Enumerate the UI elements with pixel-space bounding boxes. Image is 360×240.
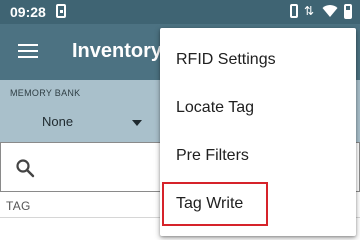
data-icon: ⇅ [304, 4, 315, 18]
memory-bank-label: MEMORY BANK [10, 88, 81, 98]
battery-icon [344, 3, 352, 19]
status-icons: ⇅ [288, 3, 352, 19]
status-time: 09:28 [10, 4, 46, 20]
dropdown-arrow-icon [132, 120, 142, 126]
search-icon [16, 159, 35, 178]
menu-item-pre-filters[interactable]: Pre Filters [160, 132, 356, 180]
page-title: Inventory [72, 40, 163, 62]
hamburger-menu-icon[interactable] [18, 44, 38, 58]
tag-column-header: TAG [6, 199, 31, 213]
vibrate-icon [290, 4, 298, 18]
menu-item-label: Locate Tag [176, 99, 254, 116]
menu-item-locate-tag[interactable]: Locate Tag [160, 84, 356, 132]
status-bar: 09:28 ⇅ [0, 0, 360, 24]
memory-bank-dropdown[interactable]: None [10, 110, 150, 134]
menu-item-tag-write[interactable]: Tag Write [160, 180, 356, 228]
menu-item-label: RFID Settings [176, 51, 276, 68]
highlight-box [162, 182, 268, 226]
wifi-icon [322, 5, 338, 18]
overflow-menu: RFID Settings Locate Tag Pre Filters Tag… [160, 28, 356, 236]
menu-item-rfid-settings[interactable]: RFID Settings [160, 36, 356, 84]
sim-icon [56, 4, 66, 18]
memory-bank-value: None [42, 114, 74, 129]
menu-item-label: Pre Filters [176, 147, 249, 164]
